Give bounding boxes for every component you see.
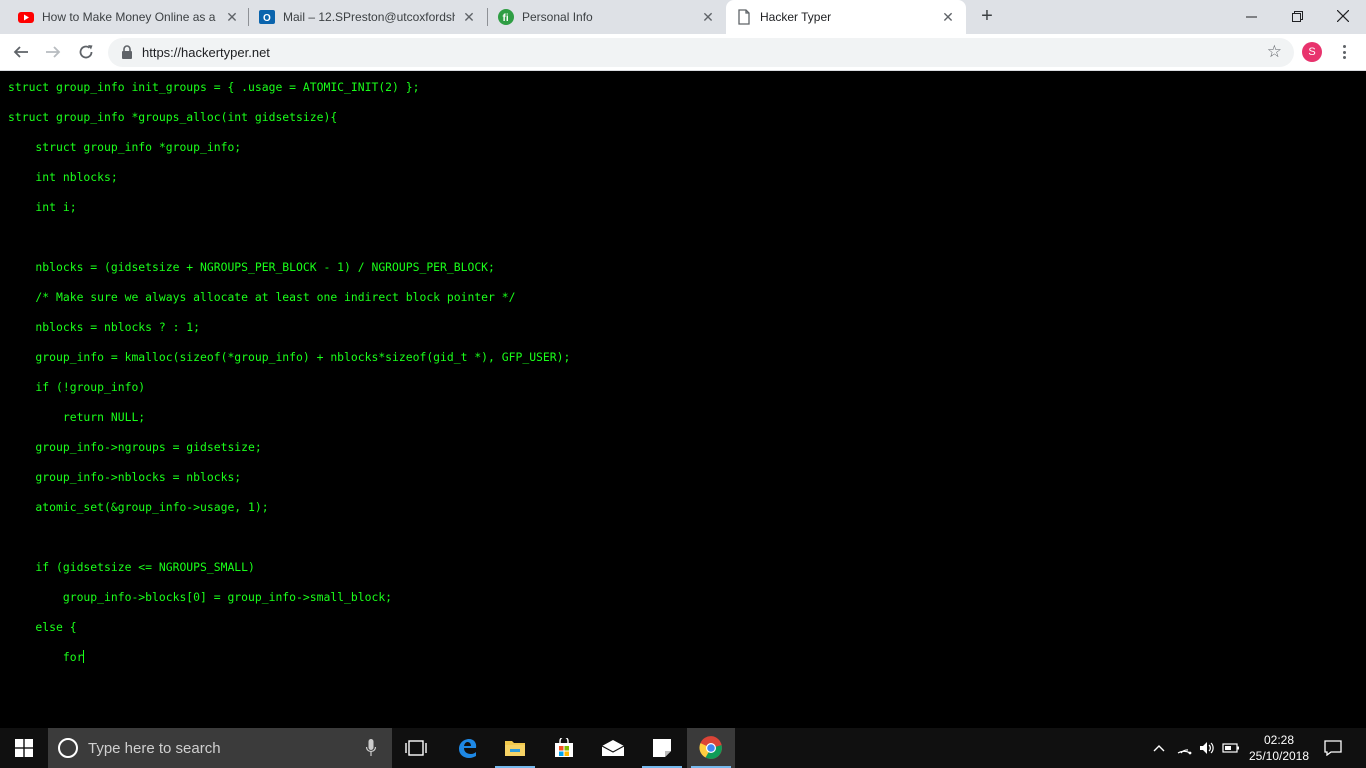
tab-youtube[interactable]: How to Make Money Online as a ✕: [8, 0, 248, 34]
show-hidden-icons-chevron-icon[interactable]: [1148, 728, 1170, 768]
code-line: group_info->ngroups = gidsetsize;: [8, 440, 262, 454]
code-line: group_info->nblocks = nblocks;: [8, 470, 242, 484]
cortana-icon: [58, 738, 78, 758]
address-bar[interactable]: https://hackertyper.net ☆: [108, 38, 1294, 67]
forward-icon[interactable]: [40, 40, 66, 64]
youtube-icon: [18, 12, 34, 23]
edge-icon[interactable]: [443, 728, 491, 768]
text-cursor: [83, 650, 85, 663]
document-icon: [738, 9, 750, 25]
close-tab-icon[interactable]: ✕: [461, 9, 477, 25]
code-line: atomic_set(&group_info->usage, 1);: [8, 500, 269, 514]
wifi-icon[interactable]: [1172, 728, 1196, 768]
task-view-icon[interactable]: [392, 728, 440, 768]
clock-time: 02:28: [1263, 733, 1295, 747]
code-line: nblocks = (gidsetsize + NGROUPS_PER_BLOC…: [8, 260, 495, 274]
clock-date: 25/10/2018: [1248, 749, 1310, 763]
code-line: if (!group_info): [8, 380, 146, 394]
hacker-typer-page[interactable]: struct group_info init_groups = { .usage…: [0, 72, 1366, 728]
code-line: else {: [8, 620, 77, 634]
restore-icon[interactable]: [1274, 0, 1320, 32]
tab-personal-info[interactable]: fi Personal Info ✕: [488, 0, 726, 34]
tab-mail[interactable]: O Mail – 12.SPreston@utcoxfordsh ✕: [249, 0, 487, 34]
code-line: /* Make sure we always allocate at least…: [8, 290, 516, 304]
mail-icon[interactable]: [589, 728, 637, 768]
action-center-icon[interactable]: [1320, 728, 1346, 768]
code-line: struct group_info *groups_alloc(int gids…: [8, 110, 338, 124]
reload-icon[interactable]: [73, 40, 99, 64]
code-line: group_info->blocks[0] = group_info->smal…: [8, 590, 393, 604]
close-tab-icon[interactable]: ✕: [224, 9, 240, 25]
svg-text:fi: fi: [503, 13, 509, 24]
chrome-icon[interactable]: [687, 728, 735, 768]
svg-text:O: O: [263, 13, 271, 24]
close-tab-icon[interactable]: ✕: [940, 9, 956, 25]
microsoft-store-icon[interactable]: [540, 728, 588, 768]
code-line: int i;: [8, 200, 77, 214]
tab-title: How to Make Money Online as a: [42, 10, 216, 24]
bookmark-star-icon[interactable]: ☆: [1267, 42, 1282, 62]
system-clock[interactable]: 02:28 25/10/2018: [1244, 732, 1314, 764]
code-line: struct group_info *group_info;: [8, 140, 242, 154]
code-line: nblocks = nblocks ? : 1;: [8, 320, 201, 334]
browser-toolbar: https://hackertyper.net ☆ S: [0, 34, 1366, 71]
taskbar-search-box[interactable]: Type here to search: [48, 728, 392, 768]
battery-icon[interactable]: [1220, 728, 1242, 768]
new-tab-button[interactable]: +: [976, 6, 998, 28]
search-placeholder: Type here to search: [88, 740, 221, 757]
close-window-icon[interactable]: [1320, 0, 1366, 32]
windows-taskbar: Type here to search 02:28 25/10/2018: [0, 728, 1366, 768]
code-line: int nblocks;: [8, 170, 118, 184]
sticky-notes-icon[interactable]: [638, 728, 686, 768]
code-line: return NULL;: [8, 410, 146, 424]
back-icon[interactable]: [8, 40, 34, 64]
minimize-icon[interactable]: [1228, 0, 1274, 32]
close-tab-icon[interactable]: ✕: [700, 9, 716, 25]
tab-title: Mail – 12.SPreston@utcoxfordsh: [283, 10, 455, 24]
code-line: if (gidsetsize <= NGROUPS_SMALL): [8, 560, 255, 574]
tab-title: Personal Info: [522, 10, 593, 24]
menu-icon[interactable]: [1334, 42, 1354, 62]
green-circle-icon: fi: [498, 9, 514, 25]
tab-strip: How to Make Money Online as a ✕ O Mail –…: [0, 0, 1366, 34]
profile-avatar[interactable]: S: [1302, 42, 1322, 62]
url-text: https://hackertyper.net: [142, 45, 270, 60]
windows-start-icon[interactable]: [0, 728, 48, 768]
tab-title: Hacker Typer: [760, 10, 832, 24]
volume-icon[interactable]: [1196, 728, 1218, 768]
code-line: group_info = kmalloc(sizeof(*group_info)…: [8, 350, 571, 364]
outlook-icon: O: [259, 10, 275, 24]
microphone-icon[interactable]: [366, 739, 376, 757]
code-line: for: [8, 650, 85, 664]
file-explorer-icon[interactable]: [491, 728, 539, 768]
code-output: struct group_info init_groups = { .usage…: [8, 80, 570, 680]
lock-icon: [122, 45, 132, 59]
tab-hacker-typer[interactable]: Hacker Typer ✕: [726, 0, 966, 34]
code-line: struct group_info init_groups = { .usage…: [8, 80, 420, 94]
